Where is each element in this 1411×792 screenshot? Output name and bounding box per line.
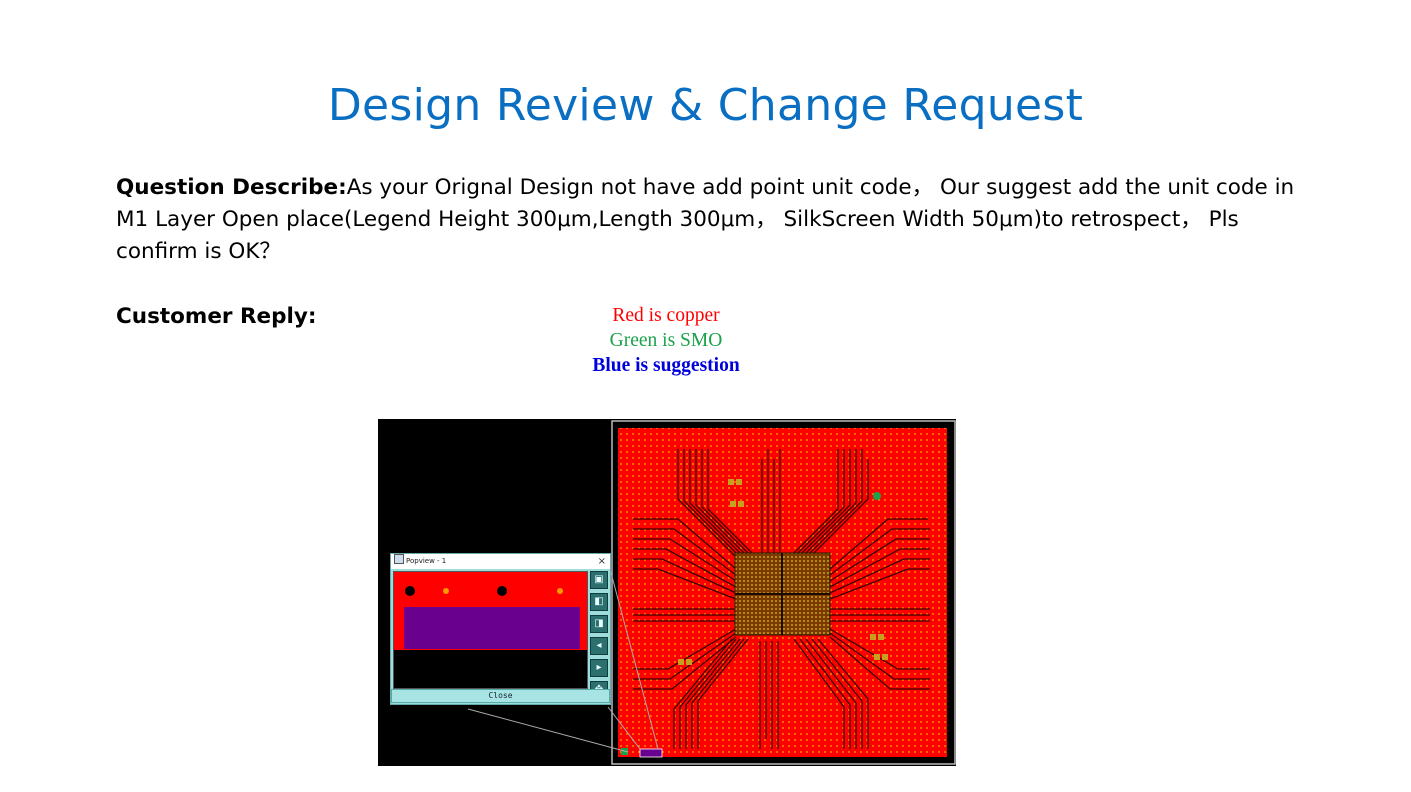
page-title: Design Review & Change Request [327, 80, 1084, 131]
cad-screenshot: Popview - 1 × ▣ ◧ ◨ ◂ ▸ ✥ Close [378, 419, 956, 766]
popview-app-icon [394, 554, 404, 564]
zoom-in-icon[interactable]: ◧ [590, 593, 608, 611]
legend-smo: Green is SMO [609, 330, 723, 351]
close-icon[interactable]: × [598, 554, 606, 569]
zoom-out-icon[interactable]: ◨ [590, 615, 608, 633]
zoom-fit-icon[interactable]: ▣ [590, 571, 608, 589]
popview-titlebar[interactable]: Popview - 1 × [391, 554, 610, 569]
color-legend: Red is copper Green is SMO Blue is sugge… [560, 303, 772, 378]
popview-title: Popview - 1 [406, 557, 447, 565]
question-label: Question Describe: [116, 175, 347, 200]
question-paragraph: Question Describe:As your Orignal Design… [116, 172, 1296, 268]
legend-copper: Red is copper [612, 305, 720, 326]
pan-left-icon[interactable]: ◂ [590, 637, 608, 655]
popview-canvas [393, 571, 588, 689]
popview-zoomed-image [394, 572, 587, 688]
popview-toolbar: ▣ ◧ ◨ ◂ ▸ ✥ [590, 571, 608, 703]
popview-close-button[interactable]: Close [391, 689, 610, 703]
popview-window[interactable]: Popview - 1 × ▣ ◧ ◨ ◂ ▸ ✥ Close [390, 553, 611, 705]
pan-right-icon[interactable]: ▸ [590, 659, 608, 677]
legend-suggestion: Blue is suggestion [592, 355, 740, 376]
customer-reply-label: Customer Reply: [116, 304, 317, 329]
